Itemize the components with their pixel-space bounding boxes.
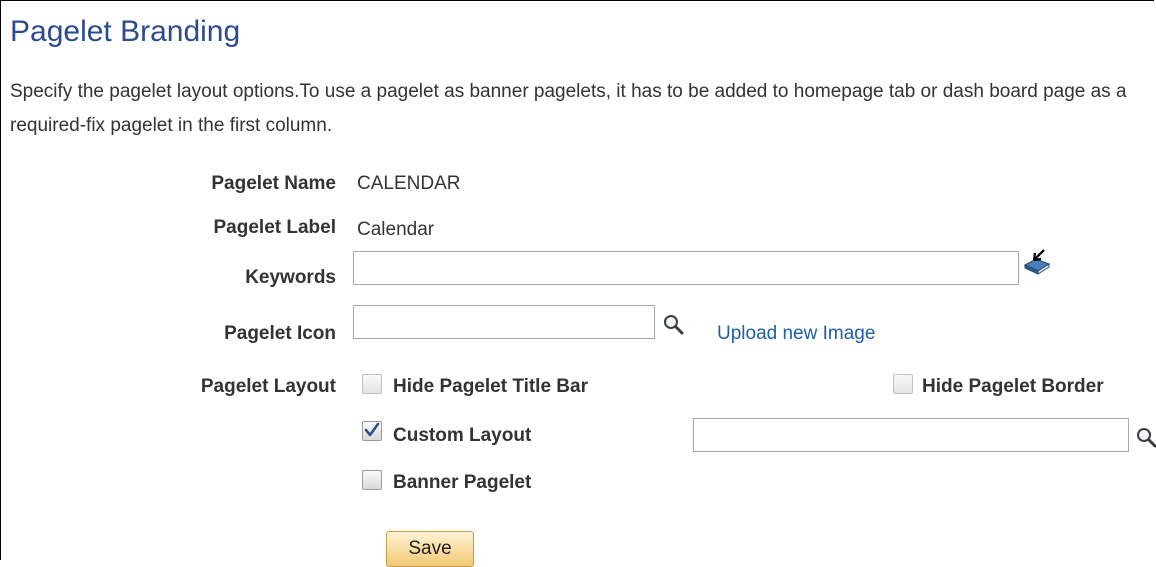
checkmark-icon (364, 422, 380, 437)
spellcheck-book-icon[interactable] (1022, 247, 1052, 280)
pagelet-name-label: Pagelet Name (211, 173, 336, 194)
keywords-input[interactable] (353, 251, 1019, 285)
custom-layout-checkbox[interactable] (362, 421, 382, 441)
hide-title-bar-checkbox[interactable] (362, 374, 382, 394)
pagelet-label-label: Pagelet Label (213, 217, 337, 238)
search-icon[interactable] (1136, 427, 1156, 454)
banner-pagelet-label: Banner Pagelet (393, 472, 532, 493)
hide-title-bar-label: Hide Pagelet Title Bar (393, 376, 588, 397)
page-title: Pagelet Branding (10, 15, 241, 48)
pagelet-name-value: CALENDAR (357, 173, 461, 194)
custom-layout-label: Custom Layout (393, 425, 532, 446)
hide-border-label: Hide Pagelet Border (922, 376, 1104, 397)
page-frame: Pagelet Branding Specify the pagelet lay… (0, 0, 1156, 567)
pagelet-layout-label: Pagelet Layout (200, 376, 336, 397)
hide-border-checkbox[interactable] (893, 374, 913, 394)
pagelet-icon-input[interactable] (353, 305, 655, 339)
page-description: Specify the pagelet layout options.To us… (10, 81, 1127, 136)
pagelet-icon-label: Pagelet Icon (224, 323, 336, 344)
banner-pagelet-checkbox[interactable] (362, 470, 382, 490)
pagelet-label-value: Calendar (357, 219, 435, 240)
keywords-label: Keywords (245, 267, 336, 288)
save-button[interactable]: Save (386, 531, 474, 567)
upload-new-image-link[interactable]: Upload new Image (717, 323, 875, 345)
custom-layout-input[interactable] (693, 418, 1129, 452)
search-icon[interactable] (663, 314, 685, 341)
